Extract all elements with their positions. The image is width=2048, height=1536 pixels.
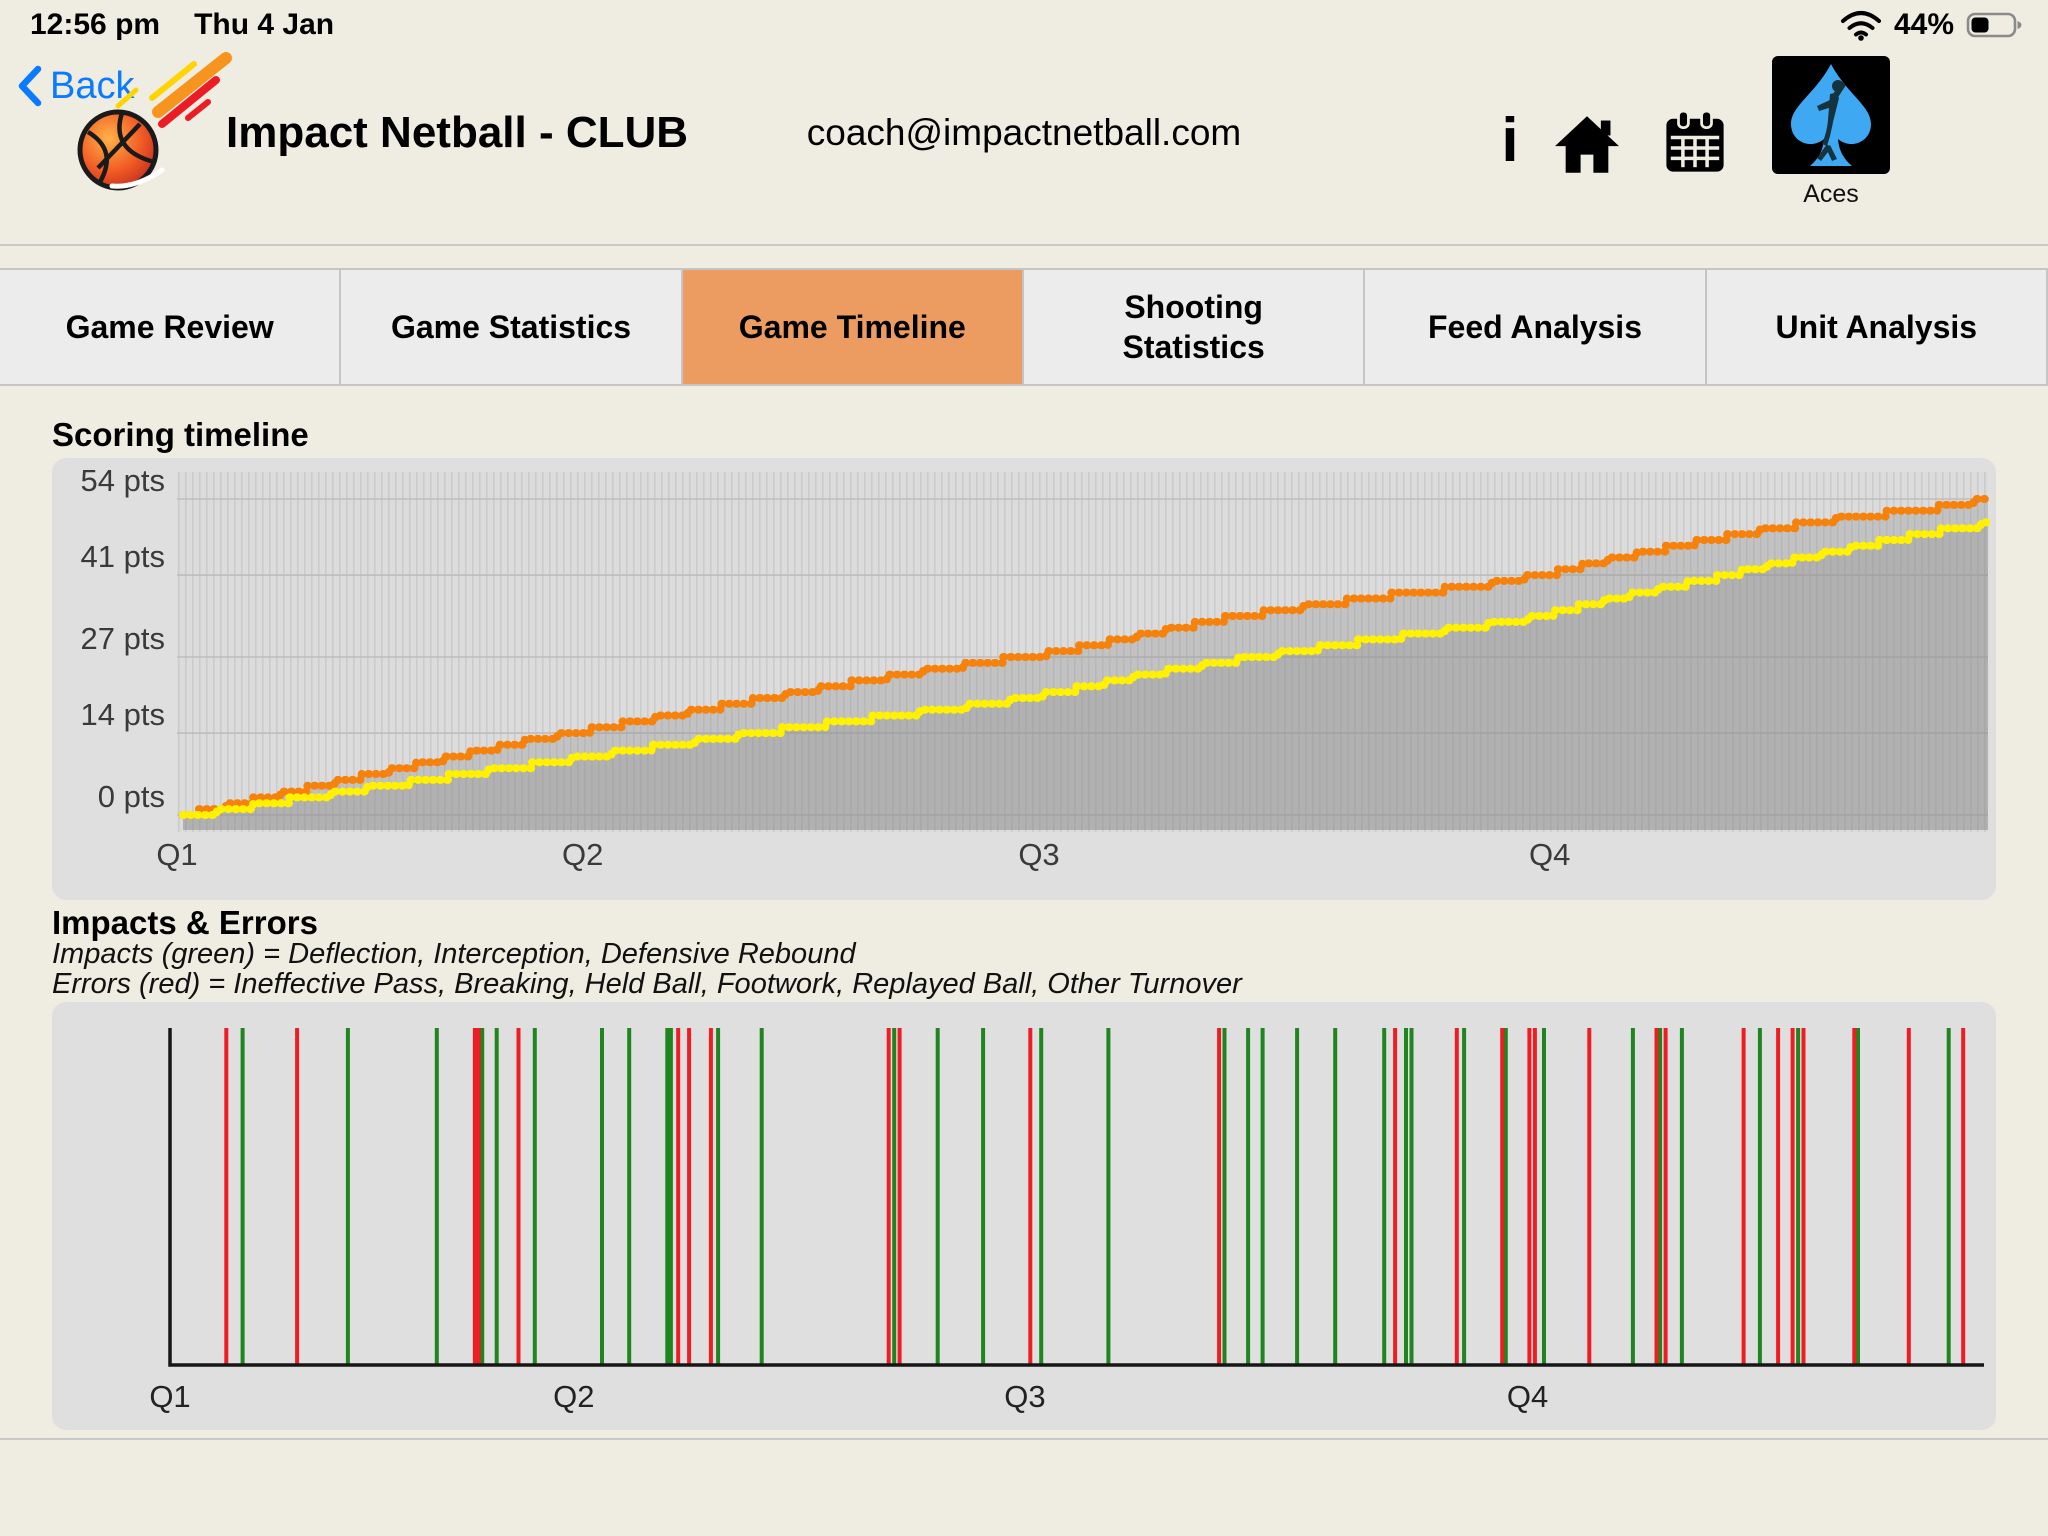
scoring-timeline-heading: Scoring timeline	[52, 416, 309, 454]
team-logo-caption: Aces	[1772, 180, 1890, 209]
svg-text:0 pts: 0 pts	[98, 779, 165, 814]
spade-icon	[1779, 60, 1883, 170]
svg-text:Q1: Q1	[156, 837, 197, 872]
status-date: Thu 4 Jan	[194, 8, 334, 42]
tab-shooting-statistics[interactable]: Shooting Statistics	[1022, 268, 1365, 386]
home-icon	[1552, 112, 1622, 176]
tab-bar: Game ReviewGame StatisticsGame TimelineS…	[0, 268, 2048, 386]
wifi-icon	[1840, 9, 1882, 41]
status-time: 12:56 pm	[30, 8, 160, 42]
team-logo-aces[interactable]	[1772, 56, 1890, 174]
svg-text:Q4: Q4	[1507, 1379, 1548, 1414]
svg-text:Q3: Q3	[1018, 837, 1059, 872]
app-screen: 12:56 pm Thu 4 Jan 44% Back	[0, 0, 2048, 1536]
svg-text:Q2: Q2	[562, 837, 603, 872]
home-button[interactable]	[1552, 112, 1622, 176]
svg-text:41 pts: 41 pts	[81, 539, 165, 574]
battery-percent: 44%	[1894, 8, 1954, 42]
calendar-button[interactable]	[1662, 110, 1728, 176]
errors-legend-text: Errors (red) = Ineffective Pass, Breakin…	[52, 968, 1242, 1001]
battery-icon	[1966, 10, 2024, 40]
tab-feed-analysis[interactable]: Feed Analysis	[1363, 268, 1706, 386]
bottom-divider	[0, 1438, 2048, 1440]
status-bar-left: 12:56 pm Thu 4 Jan	[30, 8, 334, 42]
svg-text:54 pts: 54 pts	[81, 463, 165, 498]
coach-email-text: coach@impactnetball.com	[0, 112, 2048, 154]
scoring-timeline-chart: 54 pts 41 pts 27 pts 14 pts 0 pts Q1 Q2 Q3 Q4	[52, 458, 1996, 900]
header-divider	[0, 244, 2048, 246]
info-icon: i	[1501, 105, 1518, 176]
calendar-icon	[1662, 110, 1728, 176]
svg-text:14 pts: 14 pts	[81, 697, 165, 732]
svg-text:27 pts: 27 pts	[81, 621, 165, 656]
svg-text:Q1: Q1	[149, 1379, 190, 1414]
impacts-errors-heading: Impacts & Errors	[52, 904, 318, 942]
info-button[interactable]: i	[1488, 108, 1532, 172]
tab-unit-analysis[interactable]: Unit Analysis	[1705, 268, 2048, 386]
tab-game-timeline[interactable]: Game Timeline	[681, 268, 1024, 386]
svg-text:Q3: Q3	[1004, 1379, 1045, 1414]
svg-text:Q2: Q2	[553, 1379, 594, 1414]
tab-game-review[interactable]: Game Review	[0, 268, 341, 386]
status-bar-right: 44%	[1840, 8, 2024, 42]
svg-text:Q4: Q4	[1529, 837, 1570, 872]
back-chevron-icon	[14, 64, 44, 108]
tab-game-statistics[interactable]: Game Statistics	[339, 268, 682, 386]
impacts-legend-text: Impacts (green) = Deflection, Intercepti…	[52, 938, 856, 971]
impacts-errors-chart: Q1 Q2 Q3 Q4	[52, 1002, 1996, 1430]
